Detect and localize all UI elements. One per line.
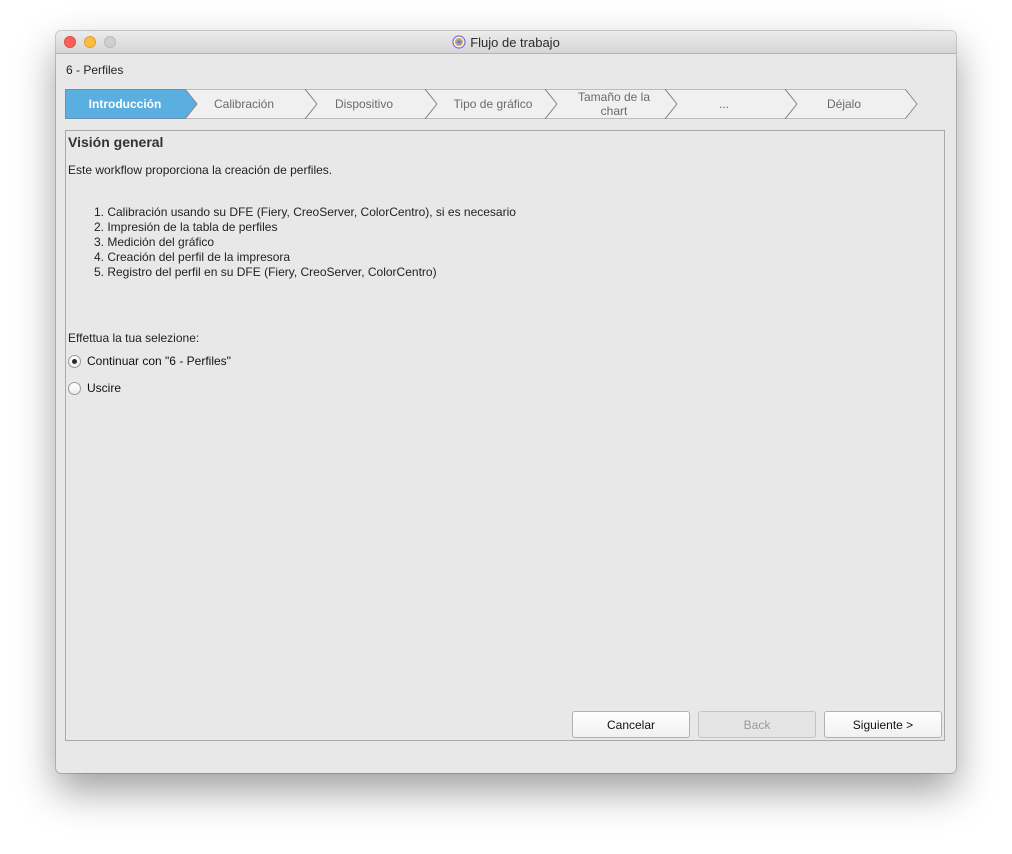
list-item: 3. Medición del gráfico bbox=[94, 235, 215, 249]
option-continue[interactable]: Continuar con "6 - Perfiles" bbox=[68, 354, 231, 368]
app-icon bbox=[452, 35, 466, 49]
step-label-tipo-grafico[interactable]: Tipo de gráfico bbox=[437, 89, 549, 119]
panel-title: Visión general bbox=[68, 134, 164, 150]
next-button[interactable]: Siguiente > bbox=[824, 711, 942, 738]
workflow-window: Flujo de trabajo 6 - Perfiles Introducci… bbox=[56, 31, 956, 773]
step-label-ellipsis[interactable]: ... bbox=[671, 89, 777, 119]
cancel-button[interactable]: Cancelar bbox=[572, 711, 690, 738]
window-title-wrap: Flujo de trabajo bbox=[56, 31, 956, 53]
title-bar: Flujo de trabajo bbox=[56, 31, 956, 54]
option-exit-label[interactable]: Uscire bbox=[87, 381, 121, 395]
list-item: 1. Calibración usando su DFE (Fiery, Cre… bbox=[94, 205, 516, 219]
list-item: 4. Creación del perfil de la impresora bbox=[94, 250, 291, 264]
step-label-calibracion[interactable]: Calibración bbox=[191, 89, 297, 119]
overview-list: 1. Calibración usando su DFE (Fiery, Cre… bbox=[94, 205, 516, 280]
option-continue-label[interactable]: Continuar con "6 - Perfiles" bbox=[87, 354, 231, 368]
list-item: 5. Registro del perfil en su DFE (Fiery,… bbox=[94, 265, 437, 279]
content-panel: Visión general Este workflow proporciona… bbox=[65, 130, 945, 741]
step-label-introduccion[interactable]: Introducción bbox=[67, 89, 183, 119]
option-exit[interactable]: Uscire bbox=[68, 381, 121, 395]
window-title: Flujo de trabajo bbox=[470, 34, 560, 50]
list-item: 2. Impresión de la tabla de perfiles bbox=[94, 220, 278, 234]
workflow-name: 6 - Perfiles bbox=[66, 63, 124, 77]
selection-prompt: Effettua la tua selezione: bbox=[68, 331, 200, 345]
step-label-tamano-chart[interactable]: Tamaño de la chart bbox=[565, 89, 663, 119]
step-label-dispositivo[interactable]: Dispositivo bbox=[311, 89, 417, 119]
back-button[interactable]: Back bbox=[698, 711, 816, 738]
intro-text: Este workflow proporciona la creación de… bbox=[68, 163, 333, 177]
radio-exit[interactable] bbox=[68, 381, 81, 395]
wizard-steps: Introducción Calibración Dispositivo Tip… bbox=[65, 89, 925, 119]
step-label-dejalo[interactable]: Déjalo bbox=[791, 89, 897, 119]
radio-continue[interactable] bbox=[68, 354, 81, 368]
